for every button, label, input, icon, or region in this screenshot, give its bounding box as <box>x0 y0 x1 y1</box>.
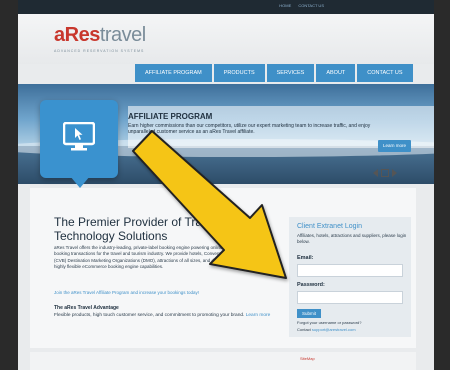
nav-about[interactable]: ABOUT <box>316 64 356 82</box>
login-title: Client Extranet Login <box>297 223 362 230</box>
advantage-body: Flexible products, high touch customer s… <box>54 313 245 318</box>
logo-rest: travel <box>99 24 146 46</box>
affiliate-learn-more-button[interactable]: Learn more <box>378 140 412 152</box>
footer-strip: SiteMap <box>30 352 416 370</box>
submit-button[interactable]: Submit <box>297 309 322 318</box>
top-link-home[interactable]: HOME <box>279 3 291 8</box>
page-title: The Premier Provider of Travel and Techn… <box>54 215 241 243</box>
login-description: Affiliates, hotels, attractions and supp… <box>297 233 407 244</box>
affiliate-text: Earn higher commissions than our competi… <box>128 123 371 135</box>
sitemap-link[interactable]: SiteMap <box>300 356 315 361</box>
password-field[interactable] <box>297 291 403 304</box>
prev-arrow-icon[interactable] <box>373 169 378 177</box>
logo[interactable]: aRestravel <box>54 24 146 47</box>
advantage-learn-more-link[interactable]: Learn more <box>246 313 271 318</box>
forgot-password-link[interactable]: Forgot your username or password? <box>297 320 361 325</box>
contact-support: Contact support@arestravel.com <box>297 327 356 332</box>
top-link-contact[interactable]: CONTACT US <box>298 3 324 8</box>
intro-text: aRes Travel offers the industry-leading,… <box>54 245 266 269</box>
email-label: Email: <box>297 255 314 261</box>
site-header: aRestravel ADVANCED RESERVATION SYSTEMS <box>18 14 434 64</box>
affiliate-badge <box>40 100 118 188</box>
carousel-controls <box>373 169 400 177</box>
top-links: HOME CONTACT US <box>273 3 324 8</box>
advantage-text: Flexible products, high touch customer s… <box>54 313 274 319</box>
password-label: Password: <box>297 282 325 288</box>
contact-prefix: Contact <box>297 327 311 332</box>
email-field[interactable] <box>297 264 403 277</box>
affiliate-title: AFFILIATE PROGRAM <box>128 112 213 121</box>
badge-pointer <box>70 176 90 188</box>
nav-services[interactable]: SERVICES <box>266 64 315 82</box>
logo-brand: aRes <box>54 24 100 46</box>
advantage-title: The aRes Travel Advantage <box>54 305 119 311</box>
pause-square-icon[interactable] <box>381 169 389 177</box>
support-email-link[interactable]: support@arestravel.com <box>312 327 356 332</box>
tagline: ADVANCED RESERVATION SYSTEMS <box>54 49 145 53</box>
main-nav: AFFILIATE PROGRAM PRODUCTS SERVICES ABOU… <box>135 64 415 82</box>
nav-affiliate-program[interactable]: AFFILIATE PROGRAM <box>135 64 212 82</box>
monitor-cursor-icon <box>63 122 95 151</box>
join-affiliate-link[interactable]: Join the aRes Travel Affiliate Program a… <box>54 290 199 295</box>
nav-products[interactable]: PRODUCTS <box>213 64 265 82</box>
top-bar: HOME CONTACT US <box>18 0 434 14</box>
next-arrow-icon[interactable] <box>392 169 397 177</box>
nav-contact-us[interactable]: CONTACT US <box>357 64 413 82</box>
